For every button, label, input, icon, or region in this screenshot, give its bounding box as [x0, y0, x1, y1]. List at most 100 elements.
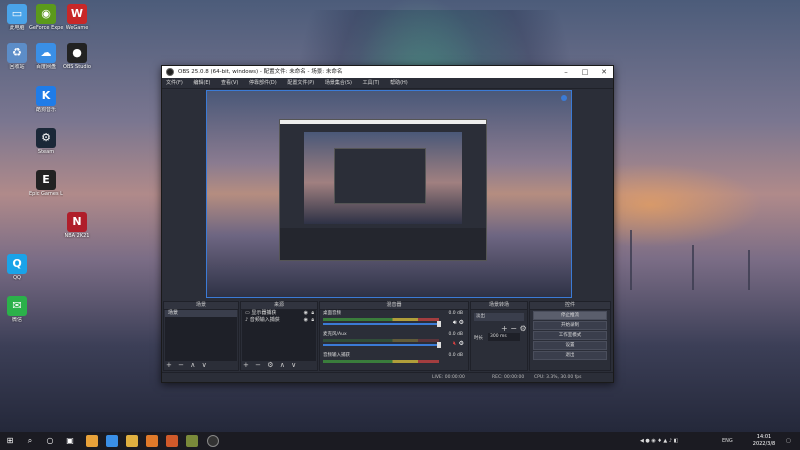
taskbar: ⊞ ⌕ ○ ▣ ◀ ● ◉ ♦ ▲ ♪ ◧ ENG 14:01 2022/3/8…: [0, 432, 800, 450]
minimize-button[interactable]: –: [557, 66, 575, 78]
wallpaper-pole: [692, 245, 694, 290]
scenes-list: 场景: [165, 310, 237, 361]
transition-add-remove[interactable]: + − ⚙: [501, 324, 527, 333]
stop-streaming-button[interactable]: 停止推流: [533, 311, 607, 320]
obs-taskbar-icon[interactable]: [207, 435, 219, 447]
clock[interactable]: 14:01 2022/3/8: [748, 434, 780, 448]
windows-start-icon[interactable]: ⊞: [4, 435, 16, 447]
wallpaper-pole: [630, 230, 632, 290]
muted-speaker-icon[interactable]: 🔇︎ ⚙: [453, 340, 464, 348]
menu-docks[interactable]: 停靠部件(D): [249, 80, 277, 86]
menu-profile[interactable]: 配置文件(P): [287, 80, 314, 86]
eye-icon[interactable]: ◉: [304, 317, 308, 324]
volume-meter: [323, 318, 439, 321]
maximize-button[interactable]: □: [576, 66, 594, 78]
source-item[interactable]: ♪ 音频输入捕获 ◉ 🔒︎: [242, 317, 316, 324]
desktop-icon-kugou[interactable]: K 酷狗音乐: [29, 86, 63, 113]
baidu-netdisk-taskbar-icon[interactable]: [106, 435, 118, 447]
language-indicator[interactable]: ENG: [722, 432, 733, 450]
mixer-dock: 混音器 桌面音频 0.0 dB 🔊︎ ⚙ 麦克风/Aux 0.0 dB 🔇︎ ⚙: [319, 301, 469, 371]
move-down-icon[interactable]: ∨: [291, 361, 296, 369]
nba-icon: N: [67, 212, 87, 232]
source-item[interactable]: ▭ 显示器捕获 ◉ 🔒︎: [242, 310, 316, 317]
remove-scene-button[interactable]: −: [178, 361, 184, 369]
start-recording-button[interactable]: 开始录制: [533, 321, 607, 330]
task-view-icon[interactable]: ▣: [64, 435, 76, 447]
remove-source-button[interactable]: −: [255, 361, 261, 369]
scenes-dock-title: 场景: [164, 302, 238, 310]
volume-slider[interactable]: [323, 321, 441, 327]
cortana-icon[interactable]: ○: [44, 435, 56, 447]
nested-preview: [304, 132, 462, 224]
move-up-icon[interactable]: ∧: [280, 361, 285, 369]
eye-icon[interactable]: ◉: [304, 310, 308, 317]
speaker-icon[interactable]: 🔊︎ ⚙: [453, 319, 464, 327]
scene-item[interactable]: 场景: [165, 310, 237, 317]
mixer-channel: 音频输入捕获 0.0 dB: [321, 352, 467, 373]
menu-bar: 文件(F) 编辑(E) 查看(V) 停靠部件(D) 配置文件(P) 场景集合(S…: [162, 78, 613, 89]
notification-icon[interactable]: ▢: [786, 432, 791, 450]
obs-icon: ●: [67, 43, 87, 63]
file-explorer-icon[interactable]: [126, 435, 138, 447]
search-icon[interactable]: ⌕: [24, 435, 36, 447]
transitions-dock-title: 场景转场: [471, 302, 527, 310]
monitor-icon: ▭: [245, 310, 250, 316]
sources-toolbar: + − ⚙ ∧ ∨: [243, 361, 300, 370]
live-status: LIVE: 00:00:00: [432, 375, 465, 380]
window-title: OBS 25.0.8 (64-bit, windows) - 配置文件: 未命名…: [178, 69, 343, 75]
exit-button[interactable]: 退出: [533, 351, 607, 360]
qq-icon: Q: [7, 254, 27, 274]
preview-handle: [561, 95, 567, 101]
add-scene-button[interactable]: +: [166, 361, 172, 369]
obs-window[interactable]: OBS 25.0.8 (64-bit, windows) - 配置文件: 未命名…: [161, 65, 614, 383]
lock-icon[interactable]: 🔒︎: [311, 310, 314, 317]
desktop-icon-obs[interactable]: ● OBS Studio: [60, 43, 94, 70]
menu-scene-collection[interactable]: 场景集合(S): [325, 80, 352, 86]
add-source-button[interactable]: +: [243, 361, 249, 369]
desktop-icon-geforce[interactable]: ◉ GeForce Experience: [29, 4, 63, 31]
desktop-icon-wechat[interactable]: ✉ 微信: [0, 296, 34, 323]
epic-icon: E: [36, 170, 56, 190]
preview-canvas[interactable]: [206, 90, 572, 298]
obs-titlebar[interactable]: OBS 25.0.8 (64-bit, windows) - 配置文件: 未命名…: [162, 66, 613, 78]
studio-mode-button[interactable]: 工作室模式: [533, 331, 607, 340]
mixer-channel: 桌面音频 0.0 dB 🔊︎ ⚙: [323, 311, 464, 327]
volume-slider[interactable]: [323, 342, 441, 348]
app-icon[interactable]: [146, 435, 158, 447]
app-icon[interactable]: [186, 435, 198, 447]
wegame-icon: W: [67, 4, 87, 24]
mixer-channels: 桌面音频 0.0 dB 🔊︎ ⚙ 麦克风/Aux 0.0 dB 🔇︎ ⚙ 音频输…: [321, 310, 467, 373]
desktop-icon-wegame[interactable]: W WeGame: [60, 4, 94, 31]
desktop-icon-nba[interactable]: N NBA 2K21: [60, 212, 94, 239]
status-bar: LIVE: 00:00:00 REC: 00:00:00 CPU: 3.3%, …: [162, 372, 613, 382]
desktop-icon-epic[interactable]: E Epic Games Launcher: [29, 170, 63, 197]
desktop-icon-qq[interactable]: Q QQ: [0, 254, 34, 281]
clock-time: 14:01: [756, 434, 772, 440]
volume-meter: [323, 360, 439, 363]
close-button[interactable]: ✕: [595, 66, 613, 78]
scenes-dock: 场景 场景 + − ∧ ∨: [163, 301, 239, 371]
move-up-icon[interactable]: ∧: [190, 361, 195, 369]
transitions-dock: 场景转场 淡出 + − ⚙ 时长 300 ms: [470, 301, 528, 371]
desktop-icon-baidu[interactable]: ☁ 百度网盘: [29, 43, 63, 70]
menu-edit[interactable]: 编辑(E): [193, 80, 210, 86]
menu-tools[interactable]: 工具(T): [363, 80, 380, 86]
controls-dock: 控件 停止推流 开始录制 工作室模式 设置 退出: [529, 301, 611, 371]
kugou-icon: K: [36, 86, 56, 106]
duration-input[interactable]: 300 ms: [488, 333, 520, 341]
desktop-icon-steam[interactable]: ⚙ Steam: [29, 128, 63, 155]
chrome-icon[interactable]: [86, 435, 98, 447]
lock-icon[interactable]: 🔒︎: [311, 317, 314, 324]
transition-select[interactable]: 淡出: [474, 313, 524, 321]
sources-list: ▭ 显示器捕获 ◉ 🔒︎ ♪ 音频输入捕获 ◉ 🔒︎: [242, 310, 316, 361]
menu-file[interactable]: 文件(F): [166, 80, 183, 86]
system-tray-icons[interactable]: ◀ ● ◉ ♦ ▲ ♪ ◧: [640, 432, 678, 450]
settings-button[interactable]: 设置: [533, 341, 607, 350]
menu-view[interactable]: 查看(V): [221, 80, 238, 86]
app-icon[interactable]: [166, 435, 178, 447]
gear-icon[interactable]: ⚙: [267, 361, 273, 369]
move-down-icon[interactable]: ∨: [202, 361, 207, 369]
menu-help[interactable]: 帮助(H): [390, 80, 408, 86]
cpu-status: CPU: 3.3%, 30.00 fps: [534, 375, 582, 380]
sources-dock: 来源 ▭ 显示器捕获 ◉ 🔒︎ ♪ 音频输入捕获 ◉ 🔒︎ + − ⚙ ∧ ∨: [240, 301, 318, 371]
